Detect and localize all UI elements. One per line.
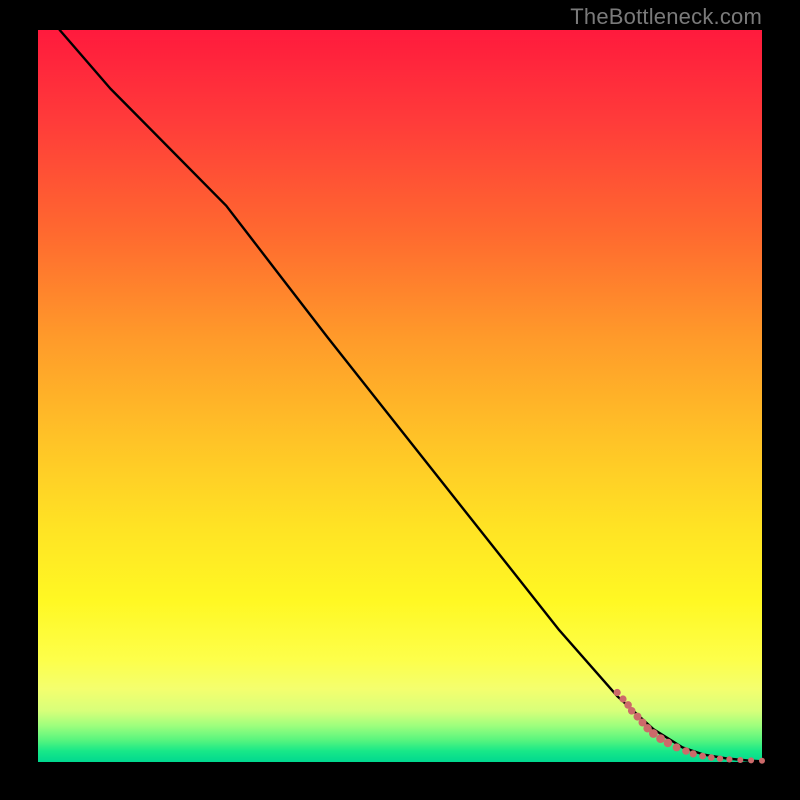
data-point bbox=[708, 754, 715, 761]
data-point bbox=[759, 758, 765, 764]
bottleneck-curve bbox=[60, 30, 762, 761]
data-point bbox=[682, 747, 690, 755]
data-point bbox=[748, 757, 754, 763]
chart-svg bbox=[38, 30, 762, 762]
data-point bbox=[726, 756, 732, 762]
data-point bbox=[649, 729, 658, 738]
data-point bbox=[614, 689, 621, 696]
data-point bbox=[673, 743, 681, 751]
data-point bbox=[619, 695, 626, 702]
data-point bbox=[664, 739, 672, 747]
data-point bbox=[737, 757, 743, 763]
data-points bbox=[614, 689, 765, 764]
data-point bbox=[690, 750, 697, 757]
data-point bbox=[717, 756, 723, 762]
chart-frame: TheBottleneck.com bbox=[0, 0, 800, 800]
plot-area bbox=[38, 30, 762, 762]
data-point bbox=[628, 707, 636, 715]
data-point bbox=[699, 753, 706, 760]
data-point bbox=[656, 734, 665, 743]
watermark-text: TheBottleneck.com bbox=[570, 4, 762, 30]
